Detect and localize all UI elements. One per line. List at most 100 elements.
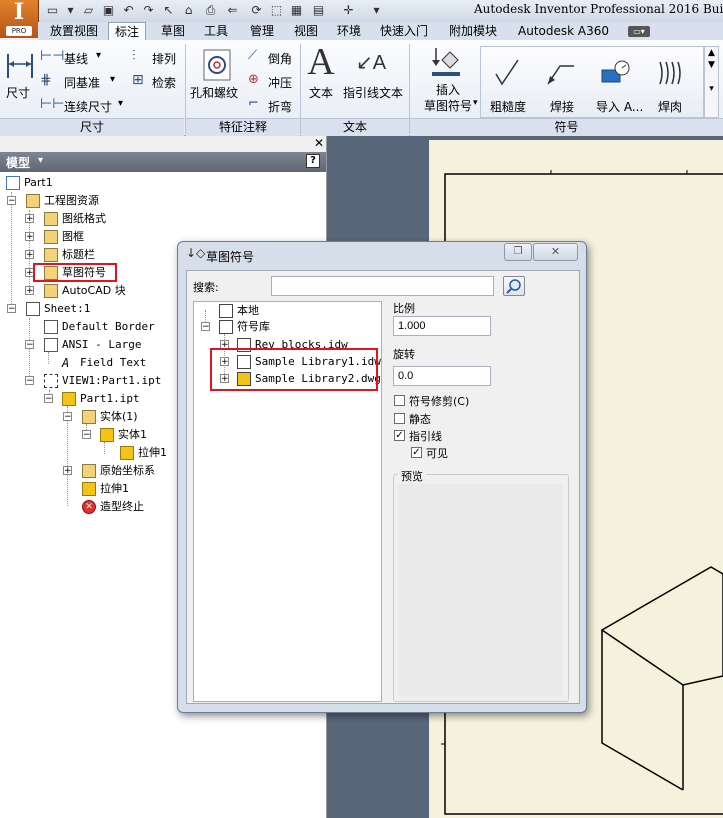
dimension-button[interactable]: 尺寸: [6, 84, 30, 101]
gallery-scroll[interactable]: ▲ ▼ ▾: [704, 46, 719, 118]
scale-input[interactable]: [393, 316, 491, 336]
text-panel-title[interactable]: 文本: [301, 118, 409, 136]
tree-expander[interactable]: +: [25, 250, 34, 260]
tab-tools[interactable]: 工具: [198, 22, 234, 40]
update-icon[interactable]: ⟳: [248, 3, 265, 18]
baseline-dropdown-icon[interactable]: ▾: [96, 50, 101, 61]
tree-node-solid1[interactable]: 实体1: [100, 427, 147, 443]
tree-expander[interactable]: −: [82, 430, 91, 440]
hole-thread-icon[interactable]: [202, 48, 232, 82]
tree-node-default-border[interactable]: Default Border: [44, 319, 155, 335]
chamfer-button[interactable]: 倒角: [268, 50, 292, 67]
tab-place-views[interactable]: 放置视图: [44, 22, 104, 40]
tree-node-part1[interactable]: Part1: [6, 175, 53, 191]
application-menu-button[interactable]: I PRO: [0, 0, 39, 38]
tree-expander[interactable]: +: [25, 214, 34, 224]
bend-button[interactable]: 折弯: [268, 98, 292, 115]
tree-node-extrusion1-child[interactable]: 拉伸1: [120, 445, 167, 461]
static-checkbox[interactable]: [394, 413, 405, 424]
ordinate-dropdown-icon[interactable]: ▾: [110, 74, 115, 85]
tree-expander[interactable]: −: [25, 340, 34, 350]
arrow-icon[interactable]: ↖: [160, 3, 177, 18]
dimension-icon[interactable]: [6, 50, 34, 82]
tab-sketch[interactable]: 草图: [155, 22, 191, 40]
close-icon[interactable]: ✕: [314, 137, 324, 150]
surface-texture-icon[interactable]: [494, 58, 522, 86]
arrange-button[interactable]: 排列: [152, 50, 176, 67]
tree-node-sheet-formats[interactable]: 图纸格式: [44, 211, 106, 227]
chain-dropdown-icon[interactable]: ▾: [118, 98, 123, 109]
dimension-panel-title[interactable]: 尺寸: [0, 118, 184, 136]
ribbon-display-toggle-icon[interactable]: ▭▾: [628, 26, 650, 37]
chevron-down-icon[interactable]: ▾: [38, 155, 43, 166]
dialog-tree-local[interactable]: 本地: [219, 303, 259, 319]
more-icon[interactable]: ▾: [368, 3, 385, 18]
tab-get-started[interactable]: 快速入门: [374, 22, 434, 40]
dialog-restore-button[interactable]: ❐: [504, 243, 532, 261]
surface-texture-button[interactable]: 粗糙度: [490, 98, 526, 115]
tab-view[interactable]: 视图: [288, 22, 324, 40]
insert-sketch-symbol-icon[interactable]: [430, 46, 462, 80]
rotation-input[interactable]: [393, 366, 491, 386]
print-icon[interactable]: ⎙: [202, 3, 219, 18]
undo-icon[interactable]: ↶: [120, 3, 137, 18]
tab-add-ins[interactable]: 附加模块: [443, 22, 503, 40]
redo-icon[interactable]: ↷: [140, 3, 157, 18]
search-input[interactable]: [271, 276, 494, 296]
retrieve-button[interactable]: 检索: [152, 74, 176, 91]
tree-node-title-blocks[interactable]: 标题栏: [44, 247, 95, 263]
tab-autodesk-a360[interactable]: Autodesk A360: [512, 22, 615, 40]
text-button[interactable]: 文本: [309, 84, 333, 101]
tree-node-autocad-blocks[interactable]: AutoCAD 块: [44, 283, 126, 299]
tree-expander[interactable]: −: [25, 376, 34, 386]
color-icon[interactable]: ▦: [288, 3, 305, 18]
select-icon[interactable]: ⬚: [268, 3, 285, 18]
tree-expander[interactable]: −: [63, 412, 72, 422]
tree-node-field-text[interactable]: A Field Text: [62, 355, 146, 371]
leader-checkbox[interactable]: ✓: [394, 430, 405, 441]
dialog-tree-symbol-library[interactable]: 符号库: [219, 319, 270, 335]
weld-bead-icon[interactable]: [656, 60, 686, 86]
new-icon[interactable]: ▭: [44, 3, 61, 18]
tab-annotate[interactable]: 标注: [108, 22, 147, 41]
chain-dimension-button[interactable]: 连续尺寸: [64, 98, 112, 115]
help-icon[interactable]: ?: [306, 154, 320, 168]
import-autocad-icon[interactable]: [600, 56, 632, 88]
tree-expander[interactable]: +: [25, 286, 34, 296]
symbol-clipping-checkbox[interactable]: [394, 395, 405, 406]
insert-symbol-dropdown-icon[interactable]: ▾: [473, 98, 478, 108]
measure-icon[interactable]: ▤: [310, 3, 327, 18]
search-button[interactable]: [503, 276, 525, 296]
symbols-panel-title[interactable]: 符号: [410, 118, 723, 136]
tree-expander[interactable]: −: [7, 196, 16, 206]
hole-thread-button[interactable]: 孔和螺纹: [190, 84, 238, 101]
ordinate-button[interactable]: 同基准: [64, 74, 100, 91]
tree-node-drawing-resources[interactable]: 工程图资源: [26, 193, 99, 209]
tree-node-borders[interactable]: 图框: [44, 229, 84, 245]
home-icon[interactable]: ⌂: [180, 3, 197, 18]
tree-expander[interactable]: −: [7, 304, 16, 314]
tree-node-end-of-part[interactable]: ✕ 造型终止: [82, 499, 144, 515]
tree-node-extrusion1[interactable]: 拉伸1: [82, 481, 129, 497]
dialog-close-button[interactable]: ✕: [533, 243, 578, 261]
tree-node-view1[interactable]: VIEW1:Part1.ipt: [44, 373, 161, 389]
weld-button[interactable]: 焊接: [550, 98, 574, 115]
tree-node-sheet1[interactable]: Sheet:1: [26, 301, 90, 317]
visible-checkbox[interactable]: ✓: [411, 447, 422, 458]
punch-button[interactable]: 冲压: [268, 74, 292, 91]
dropdown-icon[interactable]: ▾: [62, 3, 79, 18]
baseline-button[interactable]: 基线: [64, 50, 88, 67]
tree-expander[interactable]: +: [63, 466, 72, 476]
tree-node-origin[interactable]: 原始坐标系: [82, 463, 155, 479]
return-icon[interactable]: ⇐: [224, 3, 241, 18]
tab-environments[interactable]: 环境: [331, 22, 367, 40]
save-icon[interactable]: ▣: [100, 3, 117, 18]
weld-icon[interactable]: [546, 58, 576, 86]
browser-header-label[interactable]: 模型: [6, 154, 30, 171]
leader-text-button[interactable]: 指引线文本: [343, 84, 403, 101]
open-icon[interactable]: ▱: [80, 3, 97, 18]
leader-text-icon[interactable]: ↙A: [356, 50, 386, 75]
insert-sketch-symbol-button[interactable]: 插入 草图符号: [422, 82, 474, 114]
tab-manage[interactable]: 管理: [244, 22, 280, 40]
tree-expander[interactable]: −: [44, 394, 53, 404]
